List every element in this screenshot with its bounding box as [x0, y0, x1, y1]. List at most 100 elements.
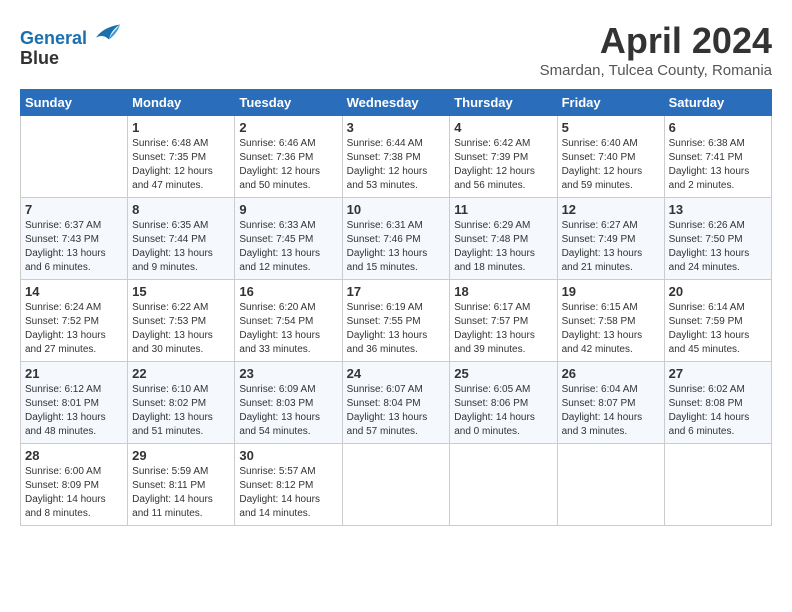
- day-info: Sunrise: 6:42 AMSunset: 7:39 PMDaylight:…: [454, 137, 552, 193]
- day-info: Sunrise: 6:10 AMSunset: 8:02 PMDaylight:…: [132, 383, 230, 439]
- calendar-cell: 18 Sunrise: 6:17 AMSunset: 7:57 PMDayligh…: [450, 280, 557, 362]
- day-number: 19: [562, 284, 660, 299]
- calendar-cell: 30 Sunrise: 5:57 AMSunset: 8:12 PMDayligh…: [235, 444, 342, 526]
- day-number: 13: [669, 202, 767, 217]
- calendar-cell: [557, 444, 664, 526]
- calendar-cell: 27 Sunrise: 6:02 AMSunset: 8:08 PMDayligh…: [664, 362, 771, 444]
- day-info: Sunrise: 5:57 AMSunset: 8:12 PMDaylight:…: [239, 465, 337, 521]
- day-number: 21: [25, 366, 123, 381]
- calendar-week-2: 7 Sunrise: 6:37 AMSunset: 7:43 PMDaylight…: [21, 198, 772, 280]
- day-info: Sunrise: 6:04 AMSunset: 8:07 PMDaylight:…: [562, 383, 660, 439]
- calendar-cell: 28 Sunrise: 6:00 AMSunset: 8:09 PMDayligh…: [21, 444, 128, 526]
- day-number: 7: [25, 202, 123, 217]
- day-info: Sunrise: 6:37 AMSunset: 7:43 PMDaylight:…: [25, 219, 123, 275]
- header-wednesday: Wednesday: [342, 90, 450, 116]
- day-info: Sunrise: 6:44 AMSunset: 7:38 PMDaylight:…: [347, 137, 446, 193]
- calendar-header-row: SundayMondayTuesdayWednesdayThursdayFrid…: [21, 90, 772, 116]
- day-number: 27: [669, 366, 767, 381]
- day-number: 22: [132, 366, 230, 381]
- day-number: 10: [347, 202, 446, 217]
- calendar-cell: 16 Sunrise: 6:20 AMSunset: 7:54 PMDayligh…: [235, 280, 342, 362]
- calendar-week-1: 1Sunrise: 6:48 AMSunset: 7:35 PMDaylight…: [21, 116, 772, 198]
- calendar-cell: 7 Sunrise: 6:37 AMSunset: 7:43 PMDaylight…: [21, 198, 128, 280]
- calendar-cell: 19 Sunrise: 6:15 AMSunset: 7:58 PMDayligh…: [557, 280, 664, 362]
- day-number: 23: [239, 366, 337, 381]
- day-number: 26: [562, 366, 660, 381]
- calendar-body: 1Sunrise: 6:48 AMSunset: 7:35 PMDaylight…: [21, 116, 772, 526]
- day-number: 2: [239, 120, 337, 135]
- day-number: 20: [669, 284, 767, 299]
- day-number: 11: [454, 202, 552, 217]
- header-friday: Friday: [557, 90, 664, 116]
- day-info: Sunrise: 6:38 AMSunset: 7:41 PMDaylight:…: [669, 137, 767, 193]
- day-number: 17: [347, 284, 446, 299]
- calendar-cell: 14Sunrise: 6:24 AMSunset: 7:52 PMDayligh…: [21, 280, 128, 362]
- calendar-table: SundayMondayTuesdayWednesdayThursdayFrid…: [20, 89, 772, 526]
- day-number: 8: [132, 202, 230, 217]
- calendar-cell: [21, 116, 128, 198]
- calendar-cell: 3 Sunrise: 6:44 AMSunset: 7:38 PMDaylight…: [342, 116, 450, 198]
- calendar-cell: 25 Sunrise: 6:05 AMSunset: 8:06 PMDayligh…: [450, 362, 557, 444]
- day-number: 1: [132, 120, 230, 135]
- day-info: Sunrise: 6:00 AMSunset: 8:09 PMDaylight:…: [25, 465, 123, 521]
- title-block: April 2024 Smardan, Tulcea County, Roman…: [540, 20, 772, 79]
- calendar-cell: 5Sunrise: 6:40 AMSunset: 7:40 PMDaylight…: [557, 116, 664, 198]
- calendar-cell: 26 Sunrise: 6:04 AMSunset: 8:07 PMDayligh…: [557, 362, 664, 444]
- day-number: 16: [239, 284, 337, 299]
- calendar-cell: 1Sunrise: 6:48 AMSunset: 7:35 PMDaylight…: [128, 116, 235, 198]
- logo: General Blue: [20, 20, 122, 69]
- day-info: Sunrise: 6:14 AMSunset: 7:59 PMDaylight:…: [669, 301, 767, 357]
- day-info: Sunrise: 6:40 AMSunset: 7:40 PMDaylight:…: [562, 137, 660, 193]
- logo-text: General Blue: [20, 20, 122, 69]
- day-info: Sunrise: 6:02 AMSunset: 8:08 PMDaylight:…: [669, 383, 767, 439]
- header-tuesday: Tuesday: [235, 90, 342, 116]
- day-info: Sunrise: 6:31 AMSunset: 7:46 PMDaylight:…: [347, 219, 446, 275]
- calendar-cell: 23 Sunrise: 6:09 AMSunset: 8:03 PMDayligh…: [235, 362, 342, 444]
- day-info: Sunrise: 6:12 AMSunset: 8:01 PMDaylight:…: [25, 383, 123, 439]
- calendar-cell: 4 Sunrise: 6:42 AMSunset: 7:39 PMDaylight…: [450, 116, 557, 198]
- day-number: 30: [239, 448, 337, 463]
- day-info: Sunrise: 6:26 AMSunset: 7:50 PMDaylight:…: [669, 219, 767, 275]
- day-info: Sunrise: 6:05 AMSunset: 8:06 PMDaylight:…: [454, 383, 552, 439]
- day-info: Sunrise: 6:35 AMSunset: 7:44 PMDaylight:…: [132, 219, 230, 275]
- day-number: 12: [562, 202, 660, 217]
- day-info: Sunrise: 6:20 AMSunset: 7:54 PMDaylight:…: [239, 301, 337, 357]
- day-info: Sunrise: 6:33 AMSunset: 7:45 PMDaylight:…: [239, 219, 337, 275]
- day-number: 28: [25, 448, 123, 463]
- calendar-cell: [664, 444, 771, 526]
- calendar-cell: [450, 444, 557, 526]
- day-info: Sunrise: 6:17 AMSunset: 7:57 PMDaylight:…: [454, 301, 552, 357]
- day-info: Sunrise: 6:29 AMSunset: 7:48 PMDaylight:…: [454, 219, 552, 275]
- header-sunday: Sunday: [21, 90, 128, 116]
- header-saturday: Saturday: [664, 90, 771, 116]
- calendar-cell: 6Sunrise: 6:38 AMSunset: 7:41 PMDaylight…: [664, 116, 771, 198]
- calendar-week-4: 21 Sunrise: 6:12 AMSunset: 8:01 PMDayligh…: [21, 362, 772, 444]
- header-thursday: Thursday: [450, 90, 557, 116]
- calendar-cell: 12 Sunrise: 6:27 AMSunset: 7:49 PMDayligh…: [557, 198, 664, 280]
- logo-bird-icon: [94, 20, 122, 44]
- day-number: 3: [347, 120, 446, 135]
- day-number: 14: [25, 284, 123, 299]
- day-number: 18: [454, 284, 552, 299]
- day-info: Sunrise: 6:27 AMSunset: 7:49 PMDaylight:…: [562, 219, 660, 275]
- day-number: 15: [132, 284, 230, 299]
- calendar-cell: [342, 444, 450, 526]
- day-info: Sunrise: 5:59 AMSunset: 8:11 PMDaylight:…: [132, 465, 230, 521]
- calendar-cell: 20 Sunrise: 6:14 AMSunset: 7:59 PMDayligh…: [664, 280, 771, 362]
- page-header: General Blue April 2024 Smardan, Tulcea …: [20, 20, 772, 79]
- day-info: Sunrise: 6:07 AMSunset: 8:04 PMDaylight:…: [347, 383, 446, 439]
- calendar-cell: 8 Sunrise: 6:35 AMSunset: 7:44 PMDaylight…: [128, 198, 235, 280]
- day-number: 25: [454, 366, 552, 381]
- calendar-week-5: 28 Sunrise: 6:00 AMSunset: 8:09 PMDayligh…: [21, 444, 772, 526]
- day-info: Sunrise: 6:46 AMSunset: 7:36 PMDaylight:…: [239, 137, 337, 193]
- calendar-cell: 29Sunrise: 5:59 AMSunset: 8:11 PMDayligh…: [128, 444, 235, 526]
- location-subtitle: Smardan, Tulcea County, Romania: [540, 62, 772, 79]
- calendar-cell: 13 Sunrise: 6:26 AMSunset: 7:50 PMDayligh…: [664, 198, 771, 280]
- day-number: 24: [347, 366, 446, 381]
- day-info: Sunrise: 6:19 AMSunset: 7:55 PMDaylight:…: [347, 301, 446, 357]
- day-info: Sunrise: 6:15 AMSunset: 7:58 PMDaylight:…: [562, 301, 660, 357]
- day-number: 4: [454, 120, 552, 135]
- calendar-cell: 15Sunrise: 6:22 AMSunset: 7:53 PMDayligh…: [128, 280, 235, 362]
- day-info: Sunrise: 6:09 AMSunset: 8:03 PMDaylight:…: [239, 383, 337, 439]
- calendar-cell: 2 Sunrise: 6:46 AMSunset: 7:36 PMDaylight…: [235, 116, 342, 198]
